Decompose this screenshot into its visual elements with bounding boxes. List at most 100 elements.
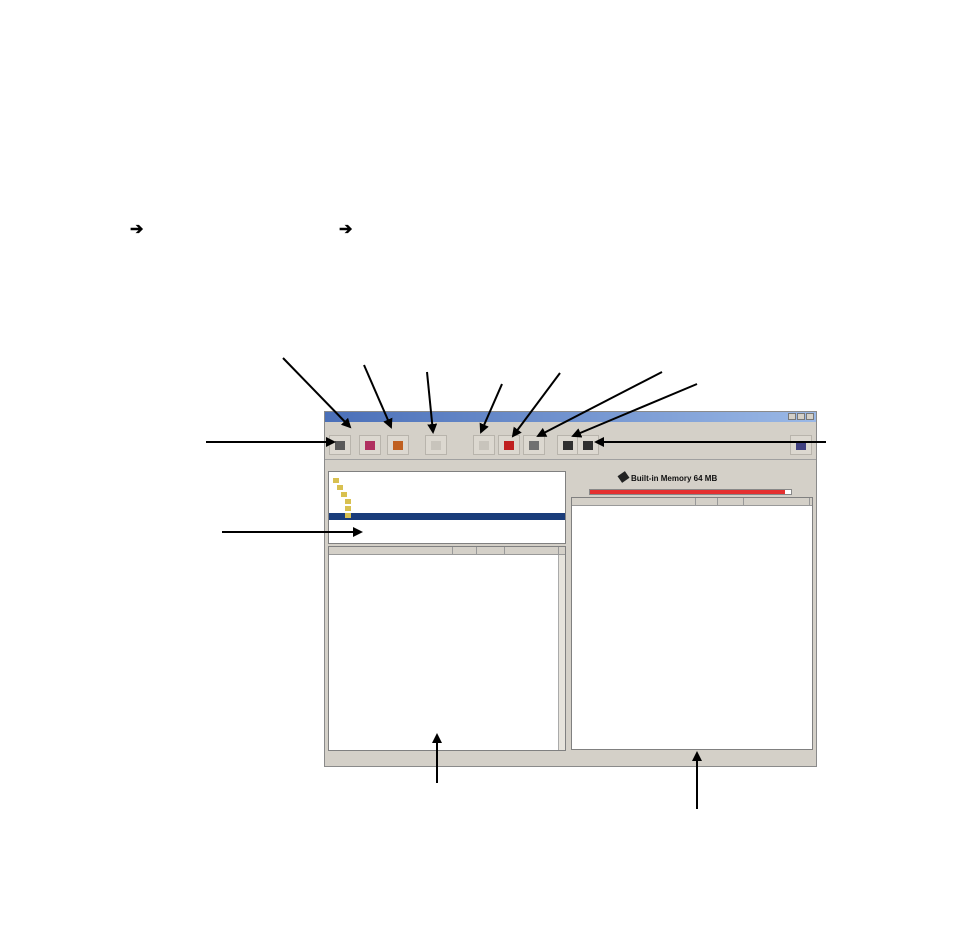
- table-row[interactable]: [329, 697, 565, 704]
- tree-node[interactable]: [345, 499, 353, 506]
- table-cell: [718, 513, 744, 520]
- table-cell: [453, 704, 477, 711]
- table-cell: [505, 725, 559, 732]
- tree-node[interactable]: [345, 506, 353, 513]
- tree-node[interactable]: [341, 492, 349, 499]
- table-row[interactable]: [572, 577, 812, 584]
- tree-node[interactable]: [345, 513, 353, 520]
- table-row[interactable]: [572, 563, 812, 570]
- table-row[interactable]: [329, 725, 565, 732]
- close-button[interactable]: [806, 413, 814, 420]
- table-row[interactable]: [329, 640, 565, 647]
- toolbar-button[interactable]: [329, 435, 351, 455]
- table-row[interactable]: [329, 711, 565, 718]
- column-header[interactable]: [744, 498, 810, 505]
- table-row[interactable]: [329, 590, 565, 597]
- disabled-button-icon: [431, 441, 441, 450]
- copy-icon: [393, 441, 403, 450]
- toolbar-button[interactable]: [523, 435, 545, 455]
- table-row[interactable]: [329, 576, 565, 583]
- table-cell: [572, 605, 696, 612]
- column-header[interactable]: [329, 547, 453, 554]
- table-row[interactable]: [572, 527, 812, 534]
- column-header[interactable]: [718, 498, 744, 505]
- minimize-button[interactable]: [788, 413, 796, 420]
- table-row[interactable]: [572, 605, 812, 612]
- table-cell: [572, 527, 696, 534]
- table-row[interactable]: [329, 562, 565, 569]
- table-row[interactable]: [572, 598, 812, 605]
- table-cell: [453, 590, 477, 597]
- table-cell: [453, 562, 477, 569]
- local-file-list[interactable]: [328, 546, 566, 751]
- tree-node[interactable]: [337, 485, 345, 492]
- tree-selected-row[interactable]: [329, 513, 565, 520]
- table-cell: [477, 576, 505, 583]
- table-row[interactable]: [329, 676, 565, 683]
- memory-usage-bar: [589, 489, 792, 495]
- table-row[interactable]: [329, 633, 565, 640]
- table-row[interactable]: [329, 669, 565, 676]
- table-row[interactable]: [329, 598, 565, 605]
- table-cell: [477, 626, 505, 633]
- table-row[interactable]: [572, 556, 812, 563]
- column-header[interactable]: [453, 547, 477, 554]
- column-header[interactable]: [696, 498, 718, 505]
- memory-label: Built-in Memory 64 MB: [631, 474, 718, 483]
- table-row[interactable]: [329, 654, 565, 661]
- table-row[interactable]: [329, 569, 565, 576]
- table-row[interactable]: [572, 591, 812, 598]
- table-cell: [505, 626, 559, 633]
- table-cell: [329, 583, 453, 590]
- table-row[interactable]: [329, 718, 565, 725]
- table-row[interactable]: [572, 513, 812, 520]
- table-cell: [718, 570, 744, 577]
- table-cell: [505, 598, 559, 605]
- table-row[interactable]: [572, 520, 812, 527]
- table-row[interactable]: [572, 627, 812, 634]
- table-row[interactable]: [572, 549, 812, 556]
- table-row[interactable]: [572, 541, 812, 548]
- table-cell: [744, 534, 810, 541]
- toolbar-button[interactable]: [790, 435, 812, 455]
- table-row[interactable]: [329, 690, 565, 697]
- table-row[interactable]: [329, 583, 565, 590]
- table-row[interactable]: [572, 620, 812, 627]
- folder-tree[interactable]: [328, 471, 566, 544]
- toolbar-button[interactable]: [498, 435, 520, 455]
- column-header[interactable]: [477, 547, 505, 554]
- move-up-icon: [563, 441, 573, 450]
- toolbar-button[interactable]: [557, 435, 579, 455]
- table-row[interactable]: [329, 704, 565, 711]
- table-row[interactable]: [572, 612, 812, 619]
- table-row[interactable]: [329, 732, 565, 739]
- table-row[interactable]: [329, 555, 565, 562]
- table-cell: [718, 598, 744, 605]
- maximize-button[interactable]: [797, 413, 805, 420]
- table-row[interactable]: [329, 647, 565, 654]
- table-row[interactable]: [329, 605, 565, 612]
- table-row[interactable]: [572, 584, 812, 591]
- device-file-list[interactable]: [571, 497, 813, 750]
- table-cell: [572, 513, 696, 520]
- table-row[interactable]: [329, 626, 565, 633]
- toolbar-button[interactable]: [473, 435, 495, 455]
- tree-node[interactable]: [333, 478, 341, 485]
- toolbar-button[interactable]: [387, 435, 409, 455]
- toolbar-button[interactable]: [425, 435, 447, 455]
- table-row[interactable]: [329, 683, 565, 690]
- table-cell: [505, 562, 559, 569]
- vertical-scrollbar[interactable]: [558, 555, 565, 750]
- toolbar-button[interactable]: [577, 435, 599, 455]
- column-header[interactable]: [505, 547, 559, 554]
- toolbar-button[interactable]: [359, 435, 381, 455]
- table-cell: [718, 591, 744, 598]
- table-row[interactable]: [329, 661, 565, 668]
- column-header[interactable]: [572, 498, 696, 505]
- table-row[interactable]: [329, 619, 565, 626]
- table-row[interactable]: [329, 612, 565, 619]
- table-row[interactable]: [572, 534, 812, 541]
- table-row[interactable]: [572, 570, 812, 577]
- table-row[interactable]: [572, 506, 812, 513]
- table-cell: [329, 697, 453, 704]
